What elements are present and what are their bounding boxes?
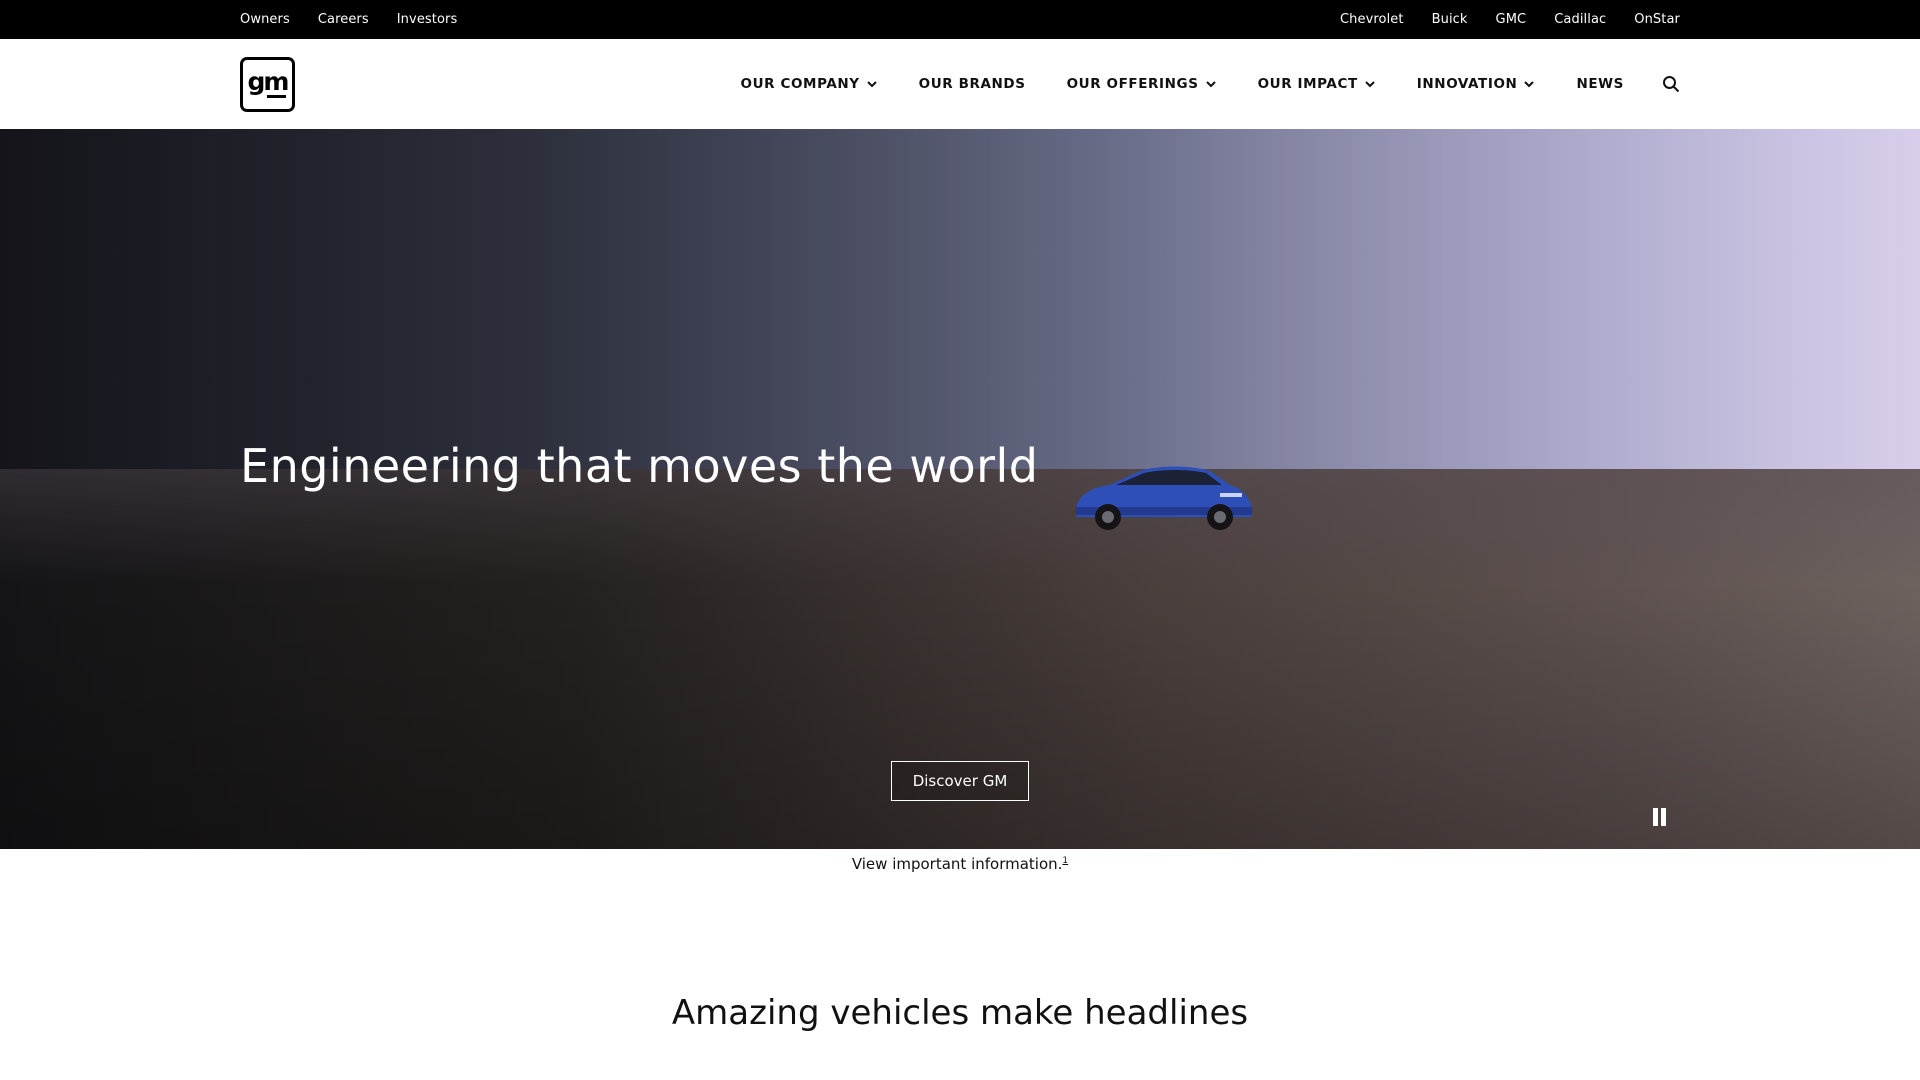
utility-nav-left: Owners Careers Investors	[240, 0, 485, 39]
pause-icon[interactable]	[1652, 808, 1668, 826]
section-heading: Amazing vehicles make headlines	[671, 993, 1249, 1033]
utility-link-owners[interactable]: Owners	[240, 12, 290, 27]
nav-innovation[interactable]: INNOVATION	[1417, 76, 1536, 92]
brand-link-chevrolet[interactable]: Chevrolet	[1340, 12, 1404, 27]
main-nav: OUR COMPANY OUR BRANDS OUR OFFERINGS OUR…	[741, 39, 1680, 129]
search-icon[interactable]	[1662, 75, 1680, 93]
brand-link-buick[interactable]: Buick	[1432, 12, 1468, 27]
chevron-down-icon	[866, 81, 877, 88]
nav-news[interactable]: NEWS	[1576, 76, 1624, 92]
discover-gm-button[interactable]: Discover GM	[891, 761, 1029, 801]
nav-label: OUR IMPACT	[1257, 76, 1358, 92]
nav-label: INNOVATION	[1416, 76, 1518, 92]
hero-sky	[0, 129, 1920, 469]
nav-our-offerings[interactable]: OUR OFFERINGS	[1067, 76, 1217, 92]
utility-nav-right: Chevrolet Buick GMC Cadillac OnStar	[1312, 0, 1680, 39]
footnote-marker[interactable]: 1	[1062, 856, 1068, 866]
logo-text: gm	[247, 66, 290, 96]
chevron-down-icon	[1365, 81, 1375, 88]
nav-label: NEWS	[1576, 76, 1624, 92]
suv-image	[1076, 466, 1252, 530]
utility-link-careers[interactable]: Careers	[318, 12, 369, 27]
nav-label: OUR COMPANY	[740, 76, 860, 92]
nav-our-impact[interactable]: OUR IMPACT	[1258, 76, 1376, 92]
chevron-down-icon	[1205, 81, 1216, 88]
hero-title: Engineering that moves the world	[240, 439, 1039, 493]
nav-label: OUR OFFERINGS	[1066, 76, 1199, 92]
chevron-down-icon	[1524, 81, 1535, 88]
hero-video: Engineering that moves the world Discove…	[0, 129, 1920, 849]
logo-underline	[267, 94, 286, 98]
info-text: View important information.	[851, 855, 1063, 873]
nav-our-company[interactable]: OUR COMPANY	[741, 76, 878, 92]
brand-link-cadillac[interactable]: Cadillac	[1554, 12, 1606, 27]
nav-our-brands[interactable]: OUR BRANDS	[919, 76, 1026, 92]
important-information-link[interactable]: View important information.1	[0, 855, 1920, 873]
utility-link-investors[interactable]: Investors	[397, 12, 458, 27]
nav-label: OUR BRANDS	[918, 76, 1026, 92]
main-header: gm OUR COMPANY OUR BRANDS OUR OFFERINGS …	[0, 39, 1920, 129]
brand-link-gmc[interactable]: GMC	[1496, 12, 1527, 27]
gm-logo[interactable]: gm	[240, 57, 295, 112]
utility-bar: Owners Careers Investors Chevrolet Buick…	[0, 0, 1920, 39]
brand-link-onstar[interactable]: OnStar	[1634, 12, 1680, 27]
